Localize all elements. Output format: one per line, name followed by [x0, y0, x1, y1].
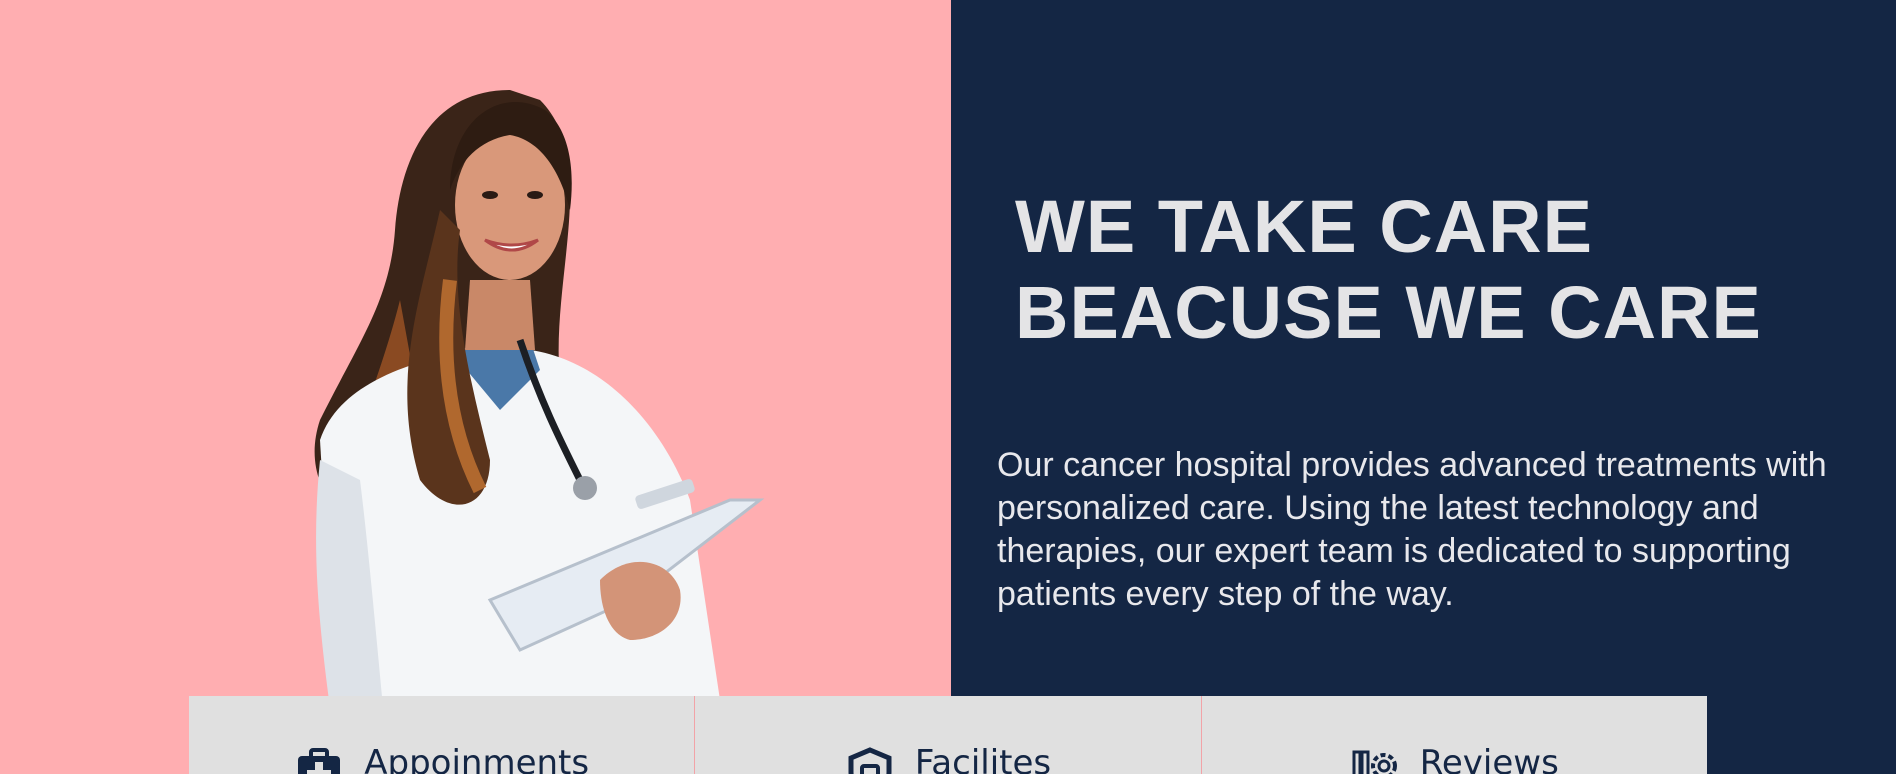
medical-kit-icon: [298, 748, 341, 774]
feature-facilities[interactable]: Facilites: [695, 696, 1202, 774]
feature-reviews[interactable]: Reviews: [1202, 696, 1707, 774]
feature-label-appointments: Appoinments: [364, 743, 590, 774]
feature-label-facilities: Facilites: [914, 743, 1052, 774]
doctor-illustration: [314, 90, 765, 774]
gear-tools-icon: [1352, 750, 1397, 774]
hero-title-line-2: BEACUSE WE CARE: [1015, 271, 1762, 354]
hero-image-panel: [0, 0, 951, 774]
hero-title: WE TAKE CARE BEACUSE WE CARE: [1015, 184, 1762, 356]
hero-content-panel: [951, 0, 1896, 774]
feature-appointments[interactable]: Appoinments: [189, 696, 696, 774]
shield-icon: [848, 747, 892, 774]
hero-description: Our cancer hospital provides advanced tr…: [997, 446, 1827, 613]
feature-bar: Appoinments Facilites Reviews: [189, 696, 1707, 774]
hero-title-line-1: WE TAKE CARE: [1015, 185, 1593, 268]
feature-label-reviews: Reviews: [1419, 743, 1559, 774]
hero-section: WE TAKE CARE BEACUSE WE CARE Our cancer …: [0, 0, 1896, 774]
